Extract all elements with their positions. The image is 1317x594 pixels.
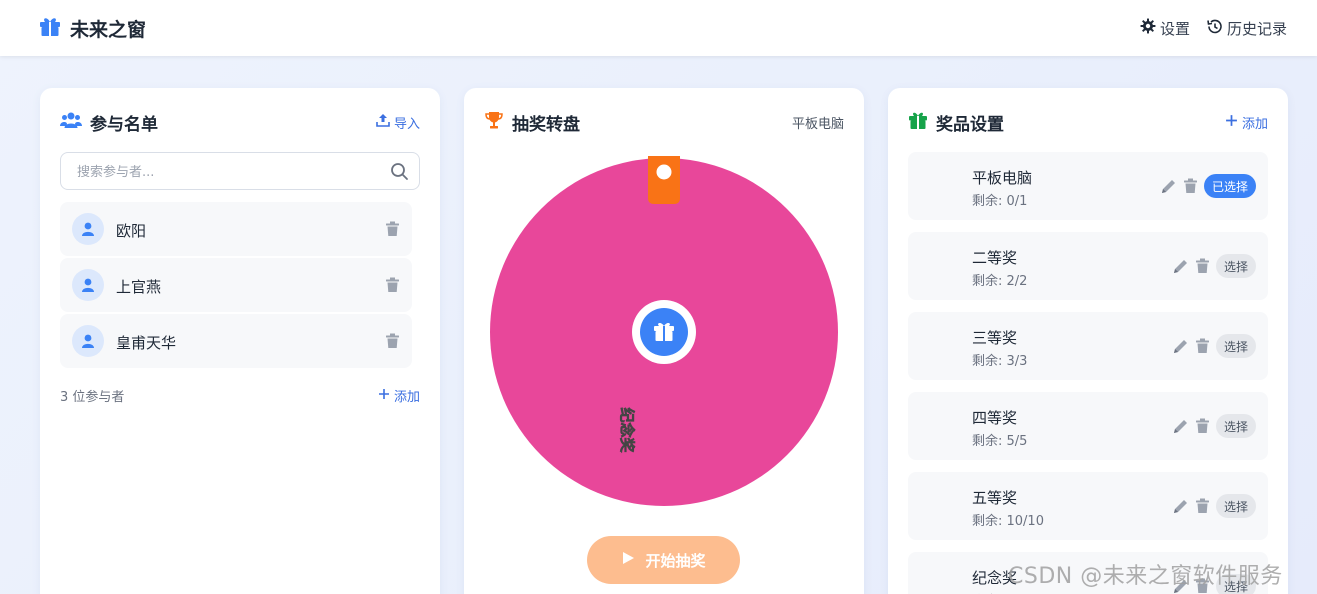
add-prize-button[interactable]: 添加 xyxy=(1225,113,1268,132)
participants-title: 参与名单 xyxy=(90,114,158,135)
prize-remaining: 剩余: 20/20 xyxy=(972,590,1044,594)
edit-prize-icon[interactable] xyxy=(1172,258,1189,275)
participant-item[interactable]: 上官燕 xyxy=(60,258,412,312)
wheel-card: 抽奖转盘 平板电脑 纪念奖 开始抽奖 xyxy=(464,88,864,594)
prize-item[interactable]: 五等奖剩余: 10/10 选择 xyxy=(908,472,1268,540)
delete-participant-icon[interactable] xyxy=(385,277,400,297)
prize-item[interactable]: 平板电脑剩余: 0/1 已选择 xyxy=(908,152,1268,220)
avatar xyxy=(72,325,104,357)
search-input[interactable] xyxy=(77,162,377,182)
delete-participant-icon[interactable] xyxy=(385,221,400,241)
prize-remaining: 剩余: 10/10 xyxy=(972,514,1044,529)
participants-card: 参与名单 导入 欧阳上官燕皇甫天华 3 位参与者 xyxy=(40,88,440,594)
import-label: 导入 xyxy=(393,116,420,132)
edit-prize-icon[interactable] xyxy=(1160,178,1177,195)
history-button[interactable]: 历史记录 xyxy=(1206,18,1287,39)
search-box xyxy=(60,152,420,190)
settings-label: 设置 xyxy=(1159,19,1190,38)
avatar xyxy=(72,213,104,245)
trophy-icon xyxy=(484,110,504,135)
delete-prize-icon[interactable] xyxy=(1183,178,1198,194)
lottery-wheel[interactable]: 纪念奖 xyxy=(486,154,842,510)
add-participant-button[interactable]: 添加 xyxy=(378,386,420,405)
search-icon[interactable] xyxy=(390,162,409,185)
participant-item[interactable]: 欧阳 xyxy=(60,202,412,256)
prize-remaining: 剩余: 3/3 xyxy=(972,354,1028,369)
delete-prize-icon[interactable] xyxy=(1195,258,1210,274)
participant-item[interactable]: 皇甫天华 xyxy=(60,314,412,368)
watermark: CSDN @未来之窗软件服务 xyxy=(1008,564,1283,589)
participant-name: 上官燕 xyxy=(116,278,162,296)
select-prize-button[interactable]: 选择 xyxy=(1215,494,1256,518)
gift-icon xyxy=(908,110,928,135)
prize-name: 三等奖 xyxy=(972,329,1018,347)
avatar xyxy=(72,269,104,301)
edit-prize-icon[interactable] xyxy=(1172,338,1189,355)
users-icon xyxy=(60,111,82,134)
wheel-segment-label: 纪念奖 xyxy=(618,407,636,453)
history-icon xyxy=(1206,18,1223,39)
top-header: 未来之窗 设置 历史记录 xyxy=(0,0,1317,56)
import-button[interactable]: 导入 xyxy=(376,113,420,132)
select-prize-button[interactable]: 选择 xyxy=(1215,334,1256,358)
add-participant-label: 添加 xyxy=(393,390,420,405)
prize-name: 二等奖 xyxy=(972,249,1018,267)
prize-name: 五等奖 xyxy=(972,489,1018,507)
history-label: 历史记录 xyxy=(1226,19,1287,38)
delete-prize-icon[interactable] xyxy=(1195,338,1210,354)
delete-participant-icon[interactable] xyxy=(385,333,400,353)
participant-count: 3 位参与者 xyxy=(60,390,125,405)
select-prize-button[interactable]: 选择 xyxy=(1215,254,1256,278)
delete-prize-icon[interactable] xyxy=(1195,418,1210,434)
prize-item[interactable]: 二等奖剩余: 2/2 选择 xyxy=(908,232,1268,300)
participant-name: 皇甫天华 xyxy=(116,334,177,352)
start-draw-button[interactable]: 开始抽奖 xyxy=(587,536,740,584)
plus-icon xyxy=(1225,114,1238,131)
select-prize-button[interactable]: 选择 xyxy=(1215,414,1256,438)
edit-prize-icon[interactable] xyxy=(1172,498,1189,515)
prizes-title: 奖品设置 xyxy=(936,114,1004,135)
play-icon xyxy=(621,551,635,569)
gear-icon xyxy=(1140,18,1156,38)
prize-name: 平板电脑 xyxy=(972,169,1033,187)
prize-remaining: 剩余: 2/2 xyxy=(972,274,1028,289)
prize-item[interactable]: 四等奖剩余: 5/5 选择 xyxy=(908,392,1268,460)
prize-remaining: 剩余: 5/5 xyxy=(972,434,1028,449)
participant-name: 欧阳 xyxy=(116,222,147,240)
prize-name: 四等奖 xyxy=(972,409,1018,427)
upload-icon xyxy=(376,113,390,131)
start-draw-label: 开始抽奖 xyxy=(645,551,706,570)
delete-prize-icon[interactable] xyxy=(1195,498,1210,514)
app-title: 未来之窗 xyxy=(70,18,147,41)
gift-icon xyxy=(38,14,62,42)
current-prize: 平板电脑 xyxy=(791,116,844,132)
prizes-card: 奖品设置 添加 平板电脑 剩余: 0/1 已选择 二等奖 剩余: 2/2 选择 三等奖 剩余:… xyxy=(888,88,1288,594)
settings-button[interactable]: 设置 xyxy=(1140,18,1190,39)
wheel-title: 抽奖转盘 xyxy=(512,114,580,135)
wheel-pointer xyxy=(648,156,680,204)
plus-icon xyxy=(378,388,390,404)
select-prize-button[interactable]: 已选择 xyxy=(1203,174,1256,198)
prize-remaining: 剩余: 0/1 xyxy=(972,194,1028,209)
prize-item[interactable]: 三等奖剩余: 3/3 选择 xyxy=(908,312,1268,380)
edit-prize-icon[interactable] xyxy=(1172,418,1189,435)
add-prize-label: 添加 xyxy=(1241,116,1268,132)
brand: 未来之窗 xyxy=(38,14,146,42)
